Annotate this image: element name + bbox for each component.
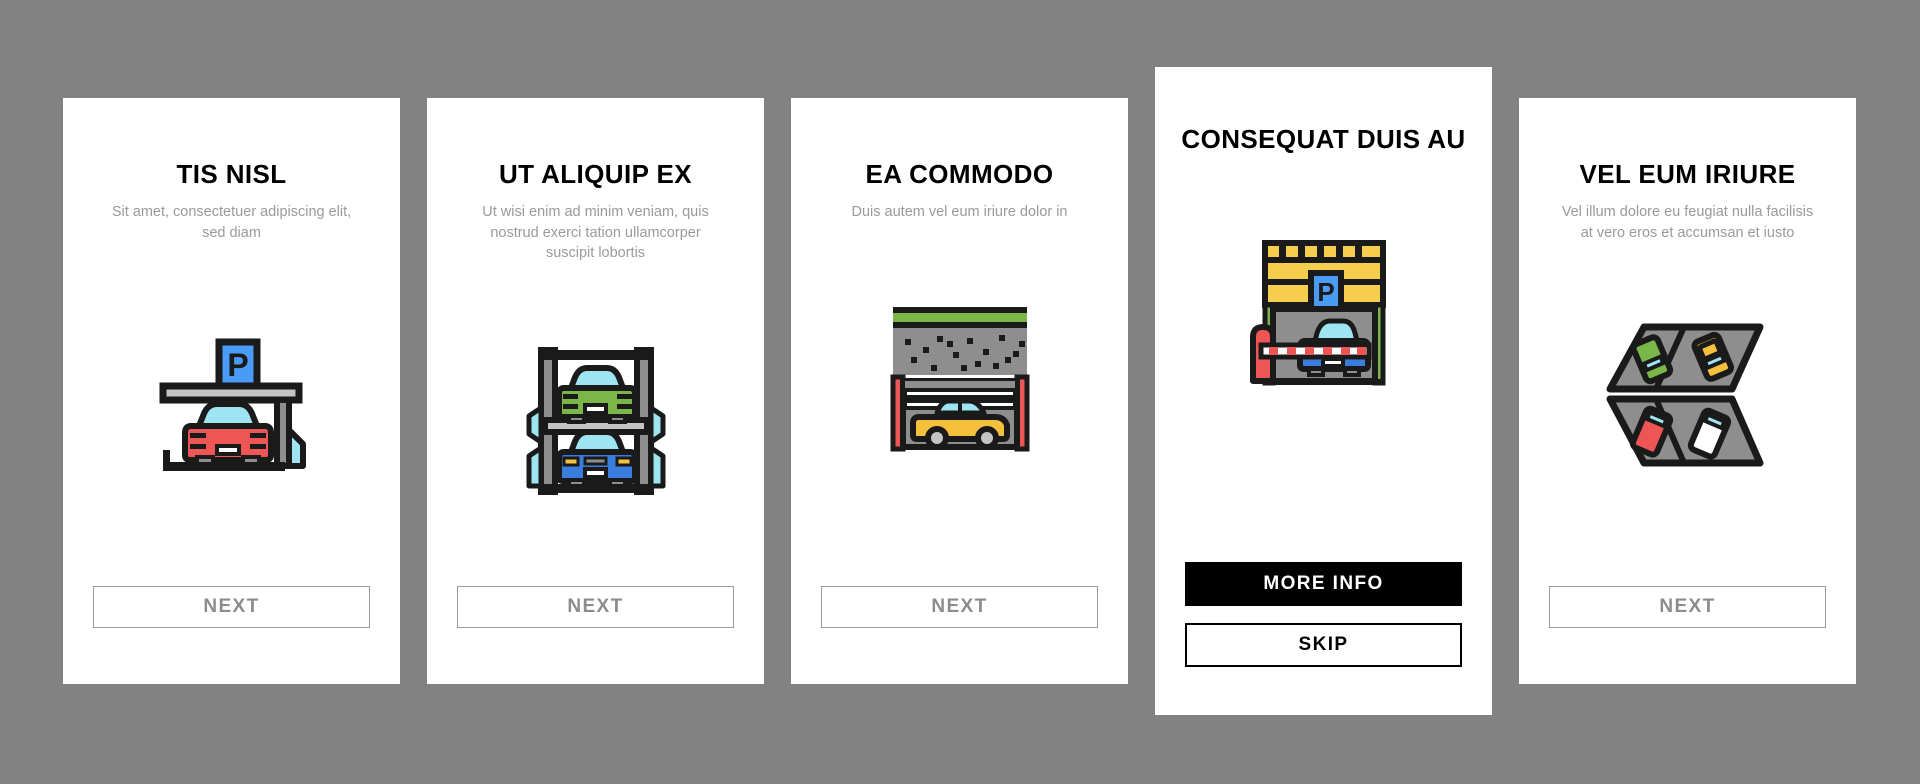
parking-deck-car-icon: P <box>159 338 306 472</box>
card-button-area: NEXT <box>63 586 400 628</box>
garage-shutter-door-car-icon <box>890 306 1029 452</box>
card-illustration: P <box>63 315 400 485</box>
svg-text:P: P <box>1317 277 1334 307</box>
card-button-area: MORE INFO SKIP <box>1155 562 1492 667</box>
card-title: TIS NISL <box>176 159 287 189</box>
card-illustration: P <box>1155 229 1492 399</box>
card-illustration <box>1519 315 1856 485</box>
aerial-parking-lot-icon <box>1606 323 1763 467</box>
card-illustration <box>791 295 1128 465</box>
card-title: UT ALIQUIP EX <box>498 159 692 189</box>
next-button[interactable]: NEXT <box>821 586 1098 628</box>
onboarding-card-5[interactable]: VEL EUM IRIURE Vel illum dolore eu feugi… <box>1519 98 1856 684</box>
next-button[interactable]: NEXT <box>457 586 734 628</box>
card-button-area: NEXT <box>791 586 1128 628</box>
next-button[interactable]: NEXT <box>1549 586 1826 628</box>
onboarding-card-3[interactable]: EA COMMODO Duis autem vel eum iriure dol… <box>791 98 1128 684</box>
card-title: CONSEQUAT DUIS AU <box>1181 124 1466 154</box>
onboarding-screens-canvas: TIS NISL Sit amet, consectetuer adipisci… <box>0 0 1920 784</box>
more-info-button[interactable]: MORE INFO <box>1185 562 1462 606</box>
parking-entrance-barrier-icon: P <box>1249 240 1386 386</box>
skip-button[interactable]: SKIP <box>1185 623 1462 667</box>
onboarding-card-4[interactable]: CONSEQUAT DUIS AU P MORE INFO SKIP <box>1155 67 1492 715</box>
svg-text:P: P <box>227 347 248 383</box>
card-illustration <box>427 336 764 506</box>
card-subtitle: Vel illum dolore eu feugiat nulla facili… <box>1561 204 1814 241</box>
card-subtitle: Sit amet, consectetuer adipiscing elit, … <box>111 204 352 241</box>
two-level-car-lift-icon <box>526 346 665 495</box>
onboarding-card-2[interactable]: UT ALIQUIP EX Ut wisi enim ad minim veni… <box>427 98 764 684</box>
card-subtitle: Duis autem vel eum iriure dolor in <box>851 204 1068 221</box>
card-title: VEL EUM IRIURE <box>1579 159 1796 189</box>
card-button-area: NEXT <box>427 586 764 628</box>
card-button-area: NEXT <box>1519 586 1856 628</box>
onboarding-card-1[interactable]: TIS NISL Sit amet, consectetuer adipisci… <box>63 98 400 684</box>
card-subtitle: Ut wisi enim ad minim veniam, quis nostr… <box>482 204 709 262</box>
card-title: EA COMMODO <box>865 159 1054 189</box>
next-button[interactable]: NEXT <box>93 586 370 628</box>
